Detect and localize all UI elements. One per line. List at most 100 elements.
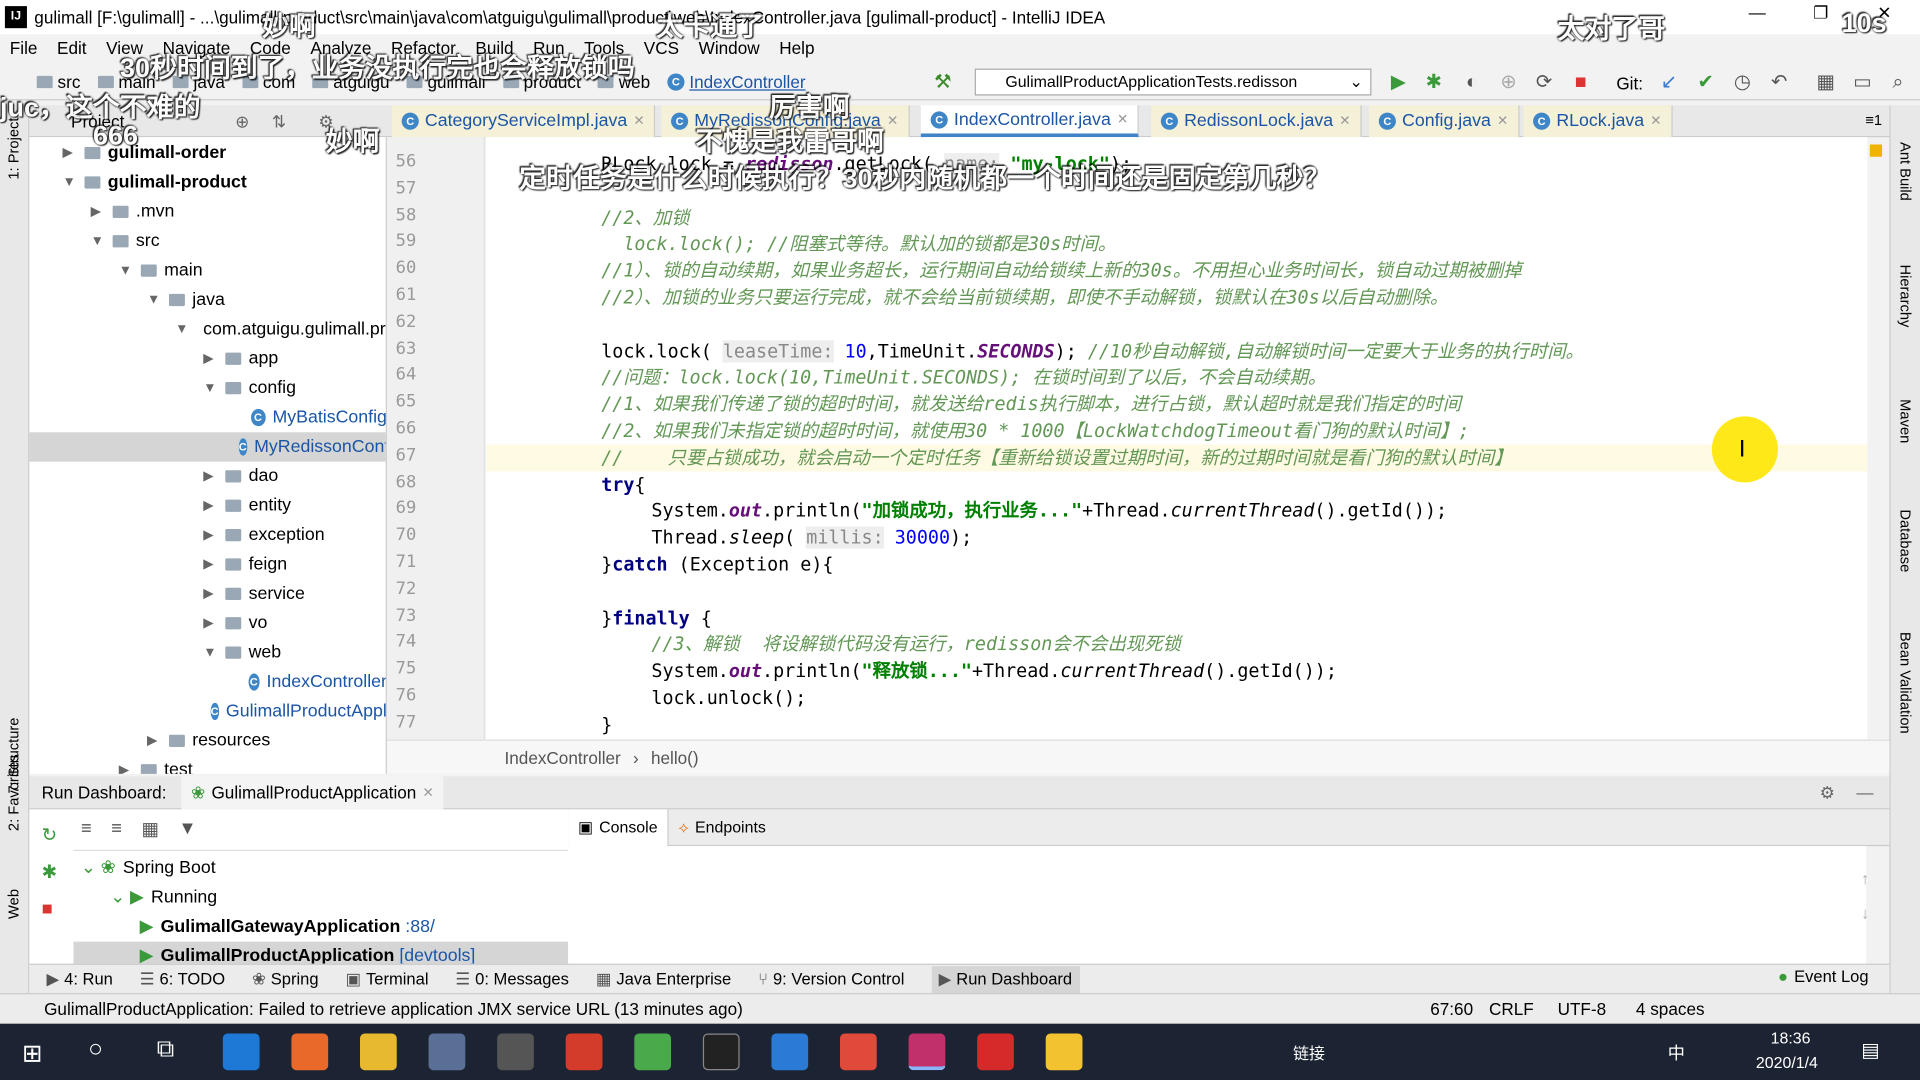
rerun-icon[interactable]: ↻ [42, 818, 66, 855]
stop-icon[interactable]: ■ [42, 891, 66, 928]
collapse-all-icon[interactable]: ≡ [111, 818, 122, 840]
line-separator[interactable]: CRLF [1489, 999, 1534, 1019]
menu-help[interactable]: Help [779, 38, 814, 58]
collapse-all-icon[interactable]: ⇅ [272, 105, 286, 137]
stop-icon[interactable]: ■ [1569, 71, 1593, 95]
app-icon[interactable] [497, 1033, 534, 1071]
git-update-icon[interactable]: ↙ [1657, 71, 1681, 95]
store-icon[interactable] [428, 1033, 466, 1071]
ant-build-tool-button[interactable]: Ant Build [1897, 142, 1914, 201]
tree-item[interactable]: ▼ main [29, 256, 385, 285]
tree-item[interactable]: ▼ gulimall-product [29, 168, 385, 197]
tree-item[interactable]: ▶ dao [29, 462, 385, 491]
chevron-right-icon[interactable]: ▶ [203, 550, 218, 579]
tool-window-button[interactable]: ▣ Terminal [346, 969, 429, 989]
breadcrumb-class[interactable]: IndexController [504, 748, 620, 768]
tool-window-button[interactable]: ▶ Run Dashboard [931, 965, 1080, 993]
file-explorer-icon[interactable] [1045, 1033, 1083, 1071]
revert-icon[interactable]: ↶ [1767, 71, 1791, 95]
windows-start-icon[interactable]: ⊞ [22, 1038, 43, 1069]
chevron-down-icon[interactable]: ▼ [62, 168, 77, 197]
editor-tab[interactable]: C CategoryServiceImpl.java ✕ [391, 105, 656, 138]
tree-item[interactable]: ▶ resources [29, 726, 385, 755]
app-icon[interactable] [634, 1033, 672, 1071]
chrome-icon[interactable] [360, 1033, 397, 1071]
tree-item[interactable]: ▶ vo [29, 609, 385, 638]
chevron-right-icon[interactable]: ▶ [147, 726, 162, 755]
run-tree-item[interactable]: ⌄ ▶ Running [73, 883, 568, 912]
arrow-up-icon[interactable]: ↑ [1861, 862, 1869, 896]
menu-edit[interactable]: Edit [57, 38, 87, 58]
links-toolbar[interactable]: 链接 [1293, 1041, 1325, 1064]
coverage-icon[interactable]: ◐ [1460, 71, 1484, 95]
chevron-right-icon[interactable]: ▶ [203, 462, 218, 491]
tool-window-button[interactable]: ☰ 0: Messages [455, 969, 568, 989]
maximize-button[interactable]: ❐ [1793, 2, 1849, 23]
app-icon[interactable] [840, 1033, 877, 1071]
tool-window-button[interactable]: ▦ Java Enterprise [596, 969, 731, 989]
run-tree-item[interactable]: ⌄ ❀ Spring Boot [73, 853, 568, 882]
edge-icon[interactable] [222, 1033, 260, 1071]
code-editor[interactable]: RLock lock = redisson.getLock( name: "my… [486, 137, 1868, 740]
chevron-right-icon[interactable]: ▶ [119, 756, 134, 774]
firefox-icon[interactable] [291, 1033, 329, 1071]
chevron-down-icon[interactable]: ▼ [203, 373, 218, 402]
task-view-icon[interactable]: ⧉ [157, 1036, 174, 1064]
intellij-icon[interactable] [908, 1033, 946, 1071]
hide-panel-icon[interactable]: — [1856, 782, 1873, 802]
close-tab-icon[interactable]: ✕ [1497, 105, 1508, 137]
tree-item[interactable]: ▶ service [29, 579, 385, 608]
search-icon[interactable]: ○ [88, 1036, 103, 1064]
tree-item[interactable]: C MyRedissonConfig [29, 432, 386, 462]
tree-item[interactable]: ▶ exception [29, 520, 385, 549]
expand-all-icon[interactable]: ≡ [81, 818, 92, 840]
console-tab[interactable]: ▣ Console [568, 808, 669, 846]
status-message[interactable]: GulimallProductApplication: Failed to re… [44, 999, 743, 1019]
profile-icon[interactable]: ⊕ [1496, 71, 1520, 95]
chevron-right-icon[interactable]: ▶ [203, 609, 218, 638]
filter-icon[interactable]: ▼ [178, 818, 196, 840]
breadcrumb-method[interactable]: hello() [651, 748, 699, 768]
file-encoding[interactable]: UTF-8 [1558, 999, 1607, 1019]
chevron-down-icon[interactable]: ▼ [91, 227, 106, 256]
menu-file[interactable]: File [10, 38, 38, 58]
search-icon[interactable]: ⌕ [1886, 71, 1910, 95]
app-icon[interactable] [565, 1033, 603, 1071]
layout-icon[interactable]: ▭ [1850, 71, 1874, 95]
terminal-icon[interactable] [702, 1033, 740, 1071]
chevron-right-icon[interactable]: ▶ [91, 197, 106, 226]
tool-window-button[interactable]: ❀ Spring [252, 969, 319, 989]
maven-tool-button[interactable]: Maven [1897, 399, 1914, 443]
chevron-right-icon[interactable]: ▶ [203, 491, 218, 520]
close-tab-icon[interactable]: ✕ [633, 105, 644, 137]
chevron-down-icon[interactable]: ▼ [203, 638, 218, 667]
project-tool-button[interactable]: 1: Project [5, 118, 22, 180]
update-icon[interactable]: ⟳ [1532, 71, 1556, 95]
web-tool-button[interactable]: Web [5, 889, 22, 919]
history-icon[interactable]: ◷ [1730, 71, 1754, 95]
inspection-warning-icon[interactable] [1869, 144, 1883, 157]
clock-date[interactable]: 2020/1/4 [1756, 1053, 1818, 1071]
tree-item[interactable]: C GulimallProductApplication [29, 697, 386, 726]
tool-window-button[interactable]: ▶ 4: Run [47, 969, 113, 989]
tree-item[interactable]: ▶ .mvn [29, 197, 385, 226]
chevron-down-icon[interactable]: ▼ [175, 315, 188, 344]
close-tab-icon[interactable]: ✕ [887, 105, 898, 137]
group-icon[interactable]: ▦ [141, 818, 158, 840]
locate-icon[interactable]: ⊕ [235, 105, 249, 137]
tool-window-button[interactable]: ⑂ 9: Version Control [758, 970, 904, 988]
chevron-right-icon[interactable]: ▶ [62, 138, 77, 167]
close-tab-icon[interactable]: ✕ [1339, 105, 1350, 137]
bean-validation-tool-button[interactable]: Bean Validation [1897, 632, 1914, 734]
run-tree-item[interactable]: ▶ GulimallGatewayApplication :88/ [73, 912, 568, 941]
debug-icon[interactable]: ✱ [42, 855, 66, 892]
tree-item[interactable]: ▶ feign [29, 550, 385, 579]
app-icon[interactable] [771, 1033, 809, 1071]
database-tool-button[interactable]: Database [1897, 509, 1914, 572]
tool-window-button[interactable]: ☰ 6: TODO [140, 969, 225, 989]
close-tab-icon[interactable]: ✕ [1117, 103, 1128, 135]
tabs-overflow-button[interactable]: ≡1 [1865, 111, 1882, 128]
chevron-right-icon[interactable]: ▶ [203, 579, 218, 608]
tree-item[interactable]: C IndexController [29, 667, 386, 696]
gear-icon[interactable]: ⚙ [1820, 782, 1835, 803]
